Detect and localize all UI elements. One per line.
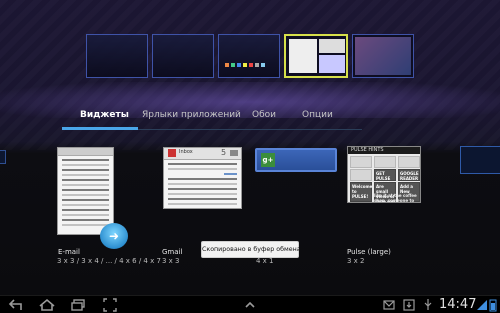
widget-size-pulse: 3 x 2 bbox=[347, 257, 365, 265]
preview-line bbox=[62, 179, 109, 181]
gmail-widget-header: Inbox 5 bbox=[164, 148, 241, 160]
gmail-inbox-title: Inbox bbox=[179, 149, 193, 155]
pulse-header: PULSE HINTS bbox=[348, 147, 420, 154]
up-chevron-icon[interactable] bbox=[243, 298, 257, 312]
preview-line bbox=[62, 194, 109, 196]
preview-line bbox=[62, 199, 109, 201]
arrow-icon: ➜ bbox=[108, 229, 120, 243]
pulse-tile bbox=[350, 156, 372, 168]
home-screen-5[interactable] bbox=[352, 34, 414, 78]
pulse-tile-text: Welcome to PULSE! bbox=[352, 184, 373, 199]
recent-apps-icon[interactable] bbox=[70, 298, 86, 312]
widget-size-email: 3 x 3 / 3 x 4 / ... / 4 x 6 / 4 x 7 bbox=[57, 257, 161, 265]
widget-size-gmail: 3 x 3 bbox=[162, 257, 180, 265]
battery-icon bbox=[489, 298, 497, 312]
preview-line bbox=[168, 183, 237, 185]
widget-label-gmail: Gmail bbox=[162, 248, 183, 256]
preview-line bbox=[62, 159, 109, 161]
preview-line bbox=[62, 184, 109, 186]
tab-app-shortcuts[interactable]: Ярлыки приложений bbox=[142, 110, 241, 120]
preview-line bbox=[62, 169, 109, 171]
pulse-tile-text: like it at the coffee shop, someone to w… bbox=[374, 193, 417, 203]
pulse-tile bbox=[374, 156, 396, 168]
app-icons-strip bbox=[225, 63, 269, 69]
wifi-icon bbox=[476, 298, 488, 312]
mini-email-widget bbox=[289, 39, 317, 73]
preview-line bbox=[62, 164, 109, 166]
preview-line bbox=[62, 209, 109, 211]
preview-line bbox=[62, 214, 109, 216]
usb-icon[interactable] bbox=[423, 298, 433, 312]
tab-widgets[interactable]: Виджеты bbox=[80, 110, 129, 120]
gmail-widget-preview[interactable]: Inbox 5 bbox=[163, 147, 242, 209]
clock: 14:47 bbox=[439, 297, 477, 312]
google-plus-icon: g+ bbox=[261, 153, 275, 167]
home-icon[interactable] bbox=[38, 298, 56, 312]
preview-line bbox=[168, 163, 237, 165]
preview-line bbox=[168, 203, 237, 205]
widget-size-google-plus: 4 x 1 bbox=[256, 257, 274, 265]
pulse-tile bbox=[398, 156, 420, 168]
email-widget-header bbox=[58, 148, 113, 156]
tab-options[interactable]: Опции bbox=[302, 110, 333, 120]
google-plus-widget-preview[interactable]: g+ bbox=[255, 148, 337, 172]
email-notification-icon[interactable] bbox=[383, 298, 395, 312]
widget-label-pulse: Pulse (large) bbox=[347, 248, 391, 256]
active-tab-indicator bbox=[62, 127, 138, 130]
home-screen-2[interactable] bbox=[152, 34, 214, 78]
preview-line bbox=[224, 173, 237, 175]
pulse-tile: GOOGLE READER Import Your bbox=[398, 169, 420, 191]
watermark-logo: ➜ bbox=[100, 223, 128, 249]
mini-photo-widget bbox=[355, 37, 411, 75]
email-widget-preview[interactable] bbox=[57, 147, 114, 235]
compose-icon bbox=[230, 150, 238, 156]
preview-line bbox=[168, 188, 237, 190]
pulse-tile: GET PULSE NEWS bbox=[374, 169, 396, 186]
preview-line bbox=[62, 174, 109, 176]
preview-line bbox=[168, 178, 237, 180]
gmail-logo-icon bbox=[168, 149, 176, 157]
preview-line bbox=[168, 198, 237, 200]
preview-line bbox=[168, 193, 237, 195]
mini-widget bbox=[319, 39, 345, 53]
tab-wallpapers[interactable]: Обои bbox=[252, 110, 276, 120]
download-notification-icon[interactable] bbox=[403, 298, 415, 312]
home-screen-3[interactable] bbox=[218, 34, 280, 78]
gmail-unread-count: 5 bbox=[221, 148, 227, 157]
prev-page-edge[interactable] bbox=[0, 150, 6, 164]
preview-line bbox=[62, 189, 109, 191]
next-page-edge[interactable] bbox=[460, 146, 500, 174]
back-arrow-icon[interactable] bbox=[8, 298, 24, 312]
preview-line bbox=[62, 224, 109, 226]
preview-line bbox=[168, 168, 237, 170]
home-screen-1[interactable] bbox=[86, 34, 148, 78]
pulse-tile bbox=[350, 169, 372, 181]
widget-label-email: E-mail bbox=[58, 248, 80, 256]
pulse-widget-preview[interactable]: PULSE HINTS GET PULSE NEWS GOOGLE READER… bbox=[347, 146, 421, 203]
screenshot-icon[interactable] bbox=[103, 298, 117, 312]
system-bar: 14:47 bbox=[0, 295, 500, 313]
widget-picker: Виджеты Ярлыки приложений Обои Опции E-m… bbox=[0, 0, 500, 295]
preview-line bbox=[62, 204, 109, 206]
pulse-tile: Welcome to PULSE! bbox=[350, 182, 372, 202]
home-screen-4-current[interactable] bbox=[284, 34, 348, 78]
mini-widget bbox=[319, 55, 345, 73]
home-screen-previews bbox=[0, 28, 500, 84]
screen-glow bbox=[0, 82, 500, 118]
copied-to-clipboard-toast: Скопировано в буфер обмена bbox=[201, 241, 301, 258]
preview-line bbox=[62, 219, 109, 221]
